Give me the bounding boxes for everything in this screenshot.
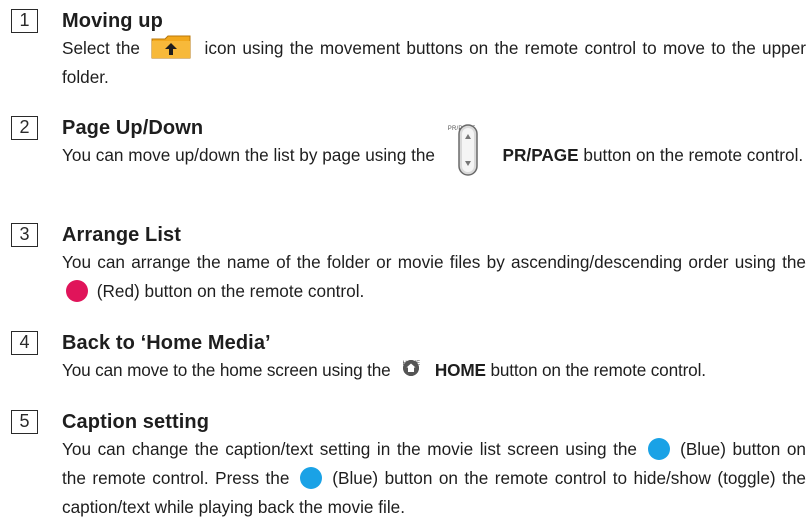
- red-button-icon: [66, 280, 88, 303]
- section-title: Arrange List: [62, 224, 182, 246]
- blue-button-icon: [299, 467, 322, 490]
- section-body: Select the icon using the movement butto…: [62, 34, 806, 92]
- blue-button-icon: [647, 438, 670, 461]
- section-number: 2: [11, 116, 38, 140]
- section-body: You can move up/down the list by page us…: [62, 124, 806, 177]
- pr-page-button-icon: PR/PAGE: [448, 124, 488, 177]
- section-number: 1: [11, 9, 38, 33]
- section-body: You can arrange the name of the folder o…: [62, 252, 806, 303]
- section-number: 4: [11, 331, 38, 355]
- section-body: You can move to the home screen using th…: [62, 356, 806, 385]
- button-label: PR/PAGE: [502, 145, 579, 165]
- section-title: Page Up/Down: [62, 117, 204, 139]
- section-number: 5: [11, 410, 38, 434]
- section-body: You can change the caption/text setting …: [62, 438, 806, 517]
- folder-up-icon: [151, 35, 191, 59]
- section-title: Moving up: [62, 10, 163, 32]
- section-title: Back to ‘Home Media’: [62, 332, 271, 354]
- pr-page-rocker-icon: [458, 124, 478, 177]
- button-label: HOME: [434, 360, 486, 380]
- home-button-icon: HOME: [398, 360, 424, 380]
- section-title: Caption setting: [62, 411, 210, 433]
- section-number: 3: [11, 223, 38, 247]
